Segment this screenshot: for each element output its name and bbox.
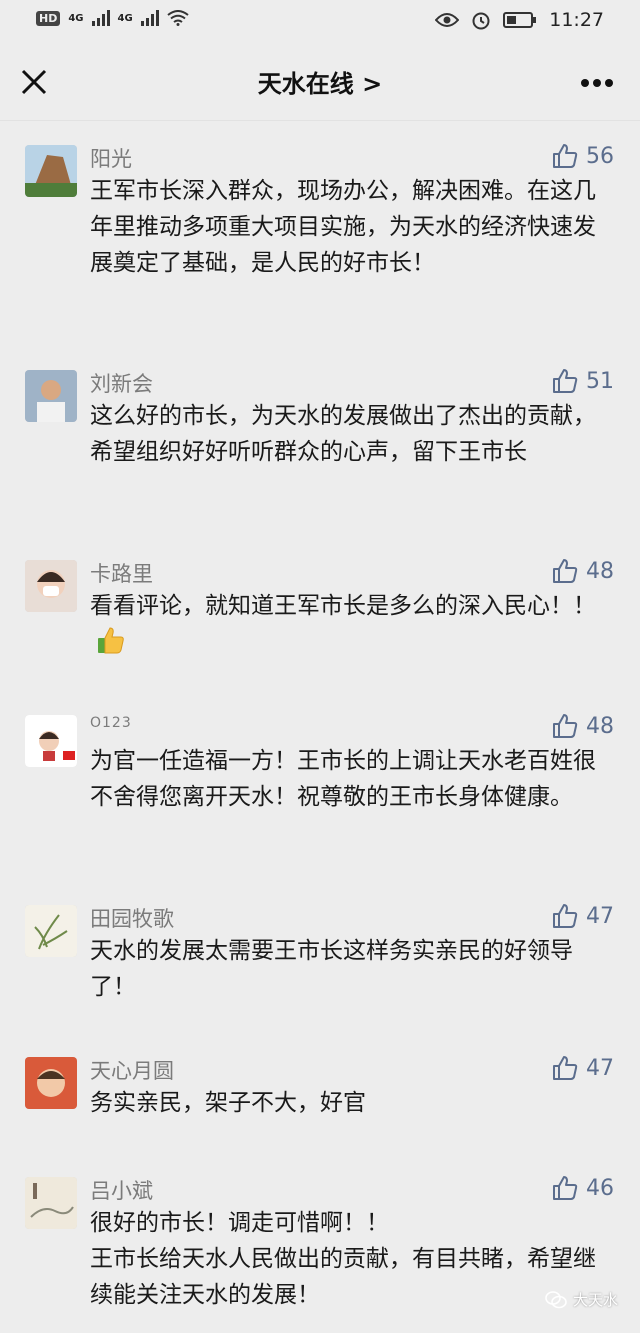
thumbs-up-emoji-icon xyxy=(98,627,124,654)
like-count: 56 xyxy=(586,143,614,169)
thumbs-up-icon xyxy=(553,144,578,168)
like-button[interactable]: 48 xyxy=(552,558,614,584)
like-count: 48 xyxy=(586,558,614,584)
thumbs-up-icon xyxy=(553,369,578,393)
like-count: 46 xyxy=(586,1175,614,1201)
page-title[interactable]: 天水在线 > xyxy=(0,64,640,99)
eye-icon xyxy=(435,13,460,27)
comment-text: 天水的发展太需要王市长这样务实亲民的好领导了！ xyxy=(90,938,573,1000)
comment-text: 这么好的市长，为天水的发展做出了杰出的贡献，希望组织好好听听群众的心声，留下王市… xyxy=(90,403,596,465)
commenter-name: 卡路里 xyxy=(90,562,153,586)
network-label: 4G xyxy=(68,12,84,24)
comment-text: 很好的市长！调走可惜啊！！ 王市长给天水人民做出的贡献，有目共睹，希望继续能关注… xyxy=(90,1210,596,1308)
comment-text: 务实亲民，架子不大，好官 xyxy=(90,1090,366,1116)
alarm-icon xyxy=(472,12,490,30)
like-button[interactable]: 47 xyxy=(552,1055,614,1081)
comment-text: 王军市长深入群众，现场办公，解决困难。在这几年里推动多项重大项目实施，为天水的经… xyxy=(90,178,596,276)
more-icon[interactable] xyxy=(580,78,614,88)
comment-item: 刘新会 51 这么好的市长，为天水的发展做出了杰出的贡献，希望组织好好听听群众的… xyxy=(0,346,640,536)
comment-item: 天心月圆 47 务实亲民，架子不大，好官 xyxy=(0,1033,640,1153)
avatar[interactable] xyxy=(25,145,77,197)
status-bar: HD 4G 4G 11:27 xyxy=(0,0,640,44)
like-button[interactable]: 51 xyxy=(552,368,614,394)
comment-item: O123 48 为官一任造福一方！王市长的上调让天水老百姓很不舍得您离开天水！祝… xyxy=(0,691,640,881)
avatar[interactable] xyxy=(25,1057,77,1109)
commenter-name: 吕小斌 xyxy=(90,1179,153,1203)
wifi-icon xyxy=(167,10,189,26)
like-count: 51 xyxy=(586,368,614,394)
wechat-icon xyxy=(545,1290,567,1308)
network-label-2: 4G xyxy=(117,12,133,24)
commenter-name: O123 xyxy=(90,715,132,731)
thumbs-up-icon xyxy=(553,714,578,738)
avatar[interactable] xyxy=(25,370,77,422)
like-button[interactable]: 46 xyxy=(552,1175,614,1201)
avatar[interactable] xyxy=(25,715,77,767)
avatar[interactable] xyxy=(25,1177,77,1229)
thumbs-up-icon xyxy=(553,904,578,928)
comment-item: 阳光 56 王军市长深入群众，现场办公，解决困难。在这几年里推动多项重大项目实施… xyxy=(0,121,640,345)
commenter-name: 阳光 xyxy=(90,147,132,171)
thumbs-up-icon xyxy=(553,559,578,583)
avatar[interactable] xyxy=(25,560,77,612)
comment-text-body: 看看评论，就知道王军市长是多么的深入民心！！ xyxy=(90,593,596,619)
comment-text: 为官一任造福一方！王市长的上调让天水老百姓很不舍得您离开天水！祝尊敬的王市长身体… xyxy=(90,748,596,810)
watermark-text: 大天水 xyxy=(572,1291,618,1309)
signal-icon-2 xyxy=(140,10,159,26)
avatar[interactable] xyxy=(25,905,77,957)
comment-item: 卡路里 48 看看评论，就知道王军市长是多么的深入民心！！ xyxy=(0,536,640,691)
battery-icon xyxy=(503,12,537,28)
like-count: 47 xyxy=(586,1055,614,1081)
comment-item: 田园牧歌 47 天水的发展太需要王市长这样务实亲民的好领导了！ xyxy=(0,881,640,1033)
commenter-name: 田园牧歌 xyxy=(90,907,174,931)
hd-icon: HD xyxy=(36,10,61,26)
like-count: 48 xyxy=(586,713,614,739)
thumbs-up-icon xyxy=(553,1176,578,1200)
comment-text: 看看评论，就知道王军市长是多么的深入民心！！ xyxy=(90,588,610,660)
commenter-name: 天心月圆 xyxy=(90,1059,174,1083)
signal-icon xyxy=(91,10,110,26)
clock: 11:27 xyxy=(549,9,604,31)
commenter-name: 刘新会 xyxy=(90,372,153,396)
nav-bar: 天水在线 > xyxy=(0,44,640,121)
watermark: 大天水 xyxy=(545,1289,618,1310)
like-button[interactable]: 56 xyxy=(552,143,614,169)
like-button[interactable]: 48 xyxy=(552,713,614,739)
thumbs-up-icon xyxy=(553,1056,578,1080)
like-button[interactable]: 47 xyxy=(552,903,614,929)
like-count: 47 xyxy=(586,903,614,929)
